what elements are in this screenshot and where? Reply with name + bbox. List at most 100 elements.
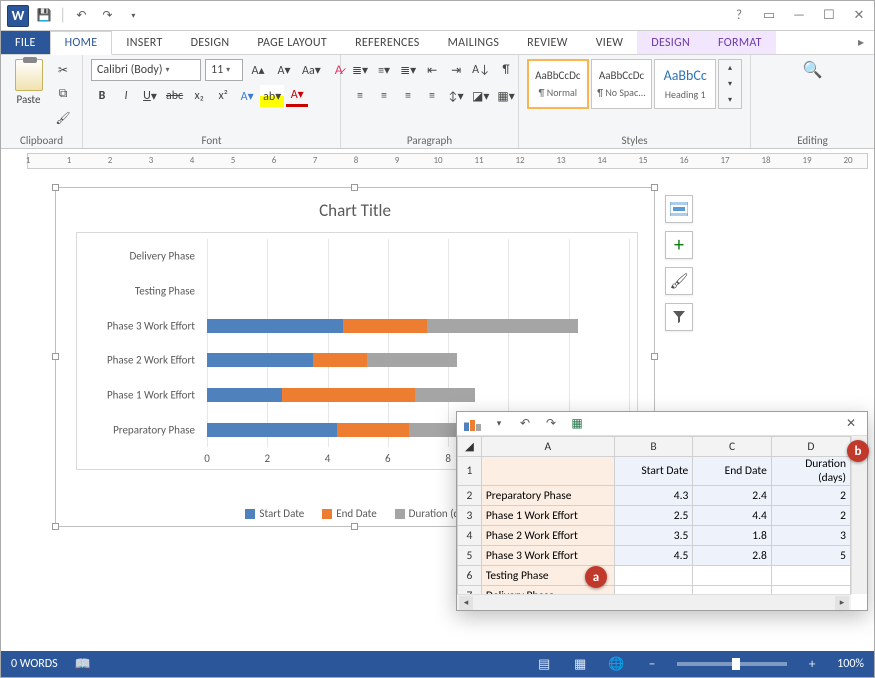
chart-elements-button[interactable]: + — [665, 231, 693, 259]
maximize-button[interactable]: ☐ — [814, 4, 844, 28]
text-effects-button[interactable]: A▾ — [236, 85, 258, 107]
chart-type-icon[interactable] — [463, 414, 483, 434]
font-color-button[interactable]: A▾ — [286, 85, 308, 107]
grow-font-button[interactable]: A▴ — [247, 59, 269, 81]
tab-review[interactable]: REVIEW — [513, 31, 582, 54]
resize-handle[interactable] — [52, 184, 59, 191]
resize-handle[interactable] — [52, 523, 59, 530]
tab-insert[interactable]: INSERT — [112, 31, 176, 54]
italic-button[interactable]: I — [115, 85, 137, 107]
tab-file[interactable]: FILE — [1, 31, 50, 54]
paste-button[interactable]: Paste — [9, 59, 48, 106]
underline-button[interactable]: U▾ — [139, 85, 161, 107]
read-mode-button[interactable]: ▤ — [533, 655, 555, 673]
line-spacing-button[interactable]: ↕▾ — [445, 85, 467, 107]
qat-customize-dropdown[interactable]: ▾ — [122, 5, 144, 27]
decrease-indent-button[interactable]: ⇤ — [421, 59, 443, 81]
copy-button[interactable]: ⧉ — [52, 83, 74, 105]
horizontal-scrollbar[interactable]: ◂ ▸ — [457, 594, 851, 610]
group-styles: AaBbCcDc¶ Normal AaBbCcDc¶ No Spac... Aa… — [519, 55, 751, 148]
resize-handle[interactable] — [351, 523, 358, 530]
multilevel-list-button[interactable]: ≣▾ — [397, 59, 419, 81]
resize-handle[interactable] — [651, 353, 658, 360]
cut-button[interactable]: ✂ — [52, 59, 74, 81]
chart-styles-button[interactable]: 🖌 — [665, 267, 693, 295]
justify-button[interactable]: ≡ — [421, 85, 443, 107]
styles-scroll-up[interactable]: ▴ — [719, 60, 741, 76]
change-case-button[interactable]: Aa▾ — [299, 59, 324, 81]
superscript-button[interactable]: x² — [212, 85, 234, 107]
group-label: Editing — [759, 132, 866, 147]
shading-button[interactable]: ◪▾ — [469, 85, 492, 107]
format-painter-button[interactable]: 🖌 — [52, 107, 74, 129]
datasheet-grid[interactable]: ◢ABCD1Start DateEnd DateDuration (days)2… — [457, 436, 851, 594]
datasheet-undo[interactable]: ↶ — [515, 414, 535, 434]
zoom-out-button[interactable]: − — [641, 655, 663, 673]
zoom-level[interactable]: 100% — [837, 657, 864, 671]
word-icon: W — [7, 5, 29, 27]
datasheet-dropdown[interactable]: ▾ — [489, 414, 509, 434]
zoom-in-button[interactable]: + — [801, 655, 823, 673]
chart-title[interactable]: Chart Title — [56, 188, 654, 227]
find-button[interactable]: 🔍 — [800, 59, 826, 81]
datasheet-close-button[interactable]: ✕ — [841, 414, 861, 434]
style-heading-1[interactable]: AaBbCcHeading 1 — [654, 59, 716, 109]
chart-datasheet-window[interactable]: ▾ ↶ ↷ ▦ ✕ ◢ABCD1Start DateEnd DateDurati… — [456, 411, 868, 611]
sort-button[interactable]: A↓ — [469, 59, 493, 81]
tab-mailings[interactable]: MAILINGS — [434, 31, 514, 54]
save-button[interactable]: 💾 — [33, 5, 55, 27]
ribbon-display-options-button[interactable]: ▭ — [754, 4, 784, 28]
subscript-button[interactable]: x₂ — [188, 85, 210, 107]
spellcheck-icon[interactable]: 📖 — [72, 655, 94, 673]
borders-button[interactable]: ▦▾ — [494, 85, 517, 107]
close-button[interactable]: ✕ — [844, 4, 874, 28]
resize-handle[interactable] — [52, 353, 59, 360]
strikethrough-button[interactable]: abc — [163, 85, 186, 107]
redo-button[interactable]: ↷ — [96, 5, 118, 27]
styles-scroll-down[interactable]: ▾ — [719, 76, 741, 92]
highlight-button[interactable]: ab▾ — [260, 85, 284, 107]
bullets-button[interactable]: ≣▾ — [349, 59, 371, 81]
tab-home[interactable]: HOME — [50, 31, 113, 55]
group-paragraph: ≣▾ ≡▾ ≣▾ ⇤ ⇥ A↓ ¶ ≡ ≡ ≡ ≡ ↕▾ ◪▾ ▦▾ Parag… — [341, 55, 519, 148]
bold-button[interactable]: B — [91, 85, 113, 107]
align-left-button[interactable]: ≡ — [349, 85, 371, 107]
layout-options-button[interactable] — [665, 195, 693, 223]
zoom-slider[interactable] — [677, 662, 787, 666]
scroll-right-button[interactable]: ▸ — [835, 596, 849, 610]
font-size-combo[interactable]: 11▾ — [205, 59, 243, 81]
web-layout-button[interactable]: 🌐 — [605, 655, 627, 673]
numbering-button[interactable]: ≡▾ — [373, 59, 395, 81]
tab-chart-format[interactable]: FORMAT — [704, 31, 776, 54]
tab-design[interactable]: DESIGN — [177, 31, 244, 54]
tab-page-layout[interactable]: PAGE LAYOUT — [243, 31, 341, 54]
chart-filters-button[interactable] — [665, 303, 693, 331]
style-no-spacing[interactable]: AaBbCcDc¶ No Spac... — [591, 59, 653, 109]
show-marks-button[interactable]: ¶ — [495, 59, 517, 81]
resize-handle[interactable] — [651, 184, 658, 191]
ribbon-scroll-button[interactable]: ▸ — [848, 31, 874, 54]
word-count[interactable]: 0 WORDS — [11, 657, 58, 671]
style-normal[interactable]: AaBbCcDc¶ Normal — [527, 59, 589, 109]
increase-indent-button[interactable]: ⇥ — [445, 59, 467, 81]
font-family-combo[interactable]: Calibri (Body)▾ — [91, 59, 201, 81]
group-label: Clipboard — [9, 132, 74, 147]
datasheet-redo[interactable]: ↷ — [541, 414, 561, 434]
resize-handle[interactable] — [351, 184, 358, 191]
edit-in-excel-button[interactable]: ▦ — [567, 414, 587, 434]
print-layout-button[interactable]: ▦ — [569, 655, 591, 673]
tab-view[interactable]: VIEW — [582, 31, 638, 54]
tab-references[interactable]: REFERENCES — [341, 31, 434, 54]
align-center-button[interactable]: ≡ — [373, 85, 395, 107]
undo-button[interactable]: ↶ — [70, 5, 92, 27]
horizontal-ruler[interactable]: 11234567891011121314151617181920 — [1, 149, 874, 171]
window-controls: ? ▭ — ☐ ✕ — [724, 4, 874, 28]
shrink-font-button[interactable]: A▾ — [273, 59, 295, 81]
tab-chart-design[interactable]: DESIGN — [637, 31, 704, 54]
group-clipboard: Paste ✂ ⧉ 🖌 Clipboard — [1, 55, 83, 148]
help-button[interactable]: ? — [724, 4, 754, 28]
styles-gallery-expand[interactable]: ▾ — [719, 92, 741, 108]
align-right-button[interactable]: ≡ — [397, 85, 419, 107]
scroll-left-button[interactable]: ◂ — [459, 596, 473, 610]
minimize-button[interactable]: — — [784, 4, 814, 28]
